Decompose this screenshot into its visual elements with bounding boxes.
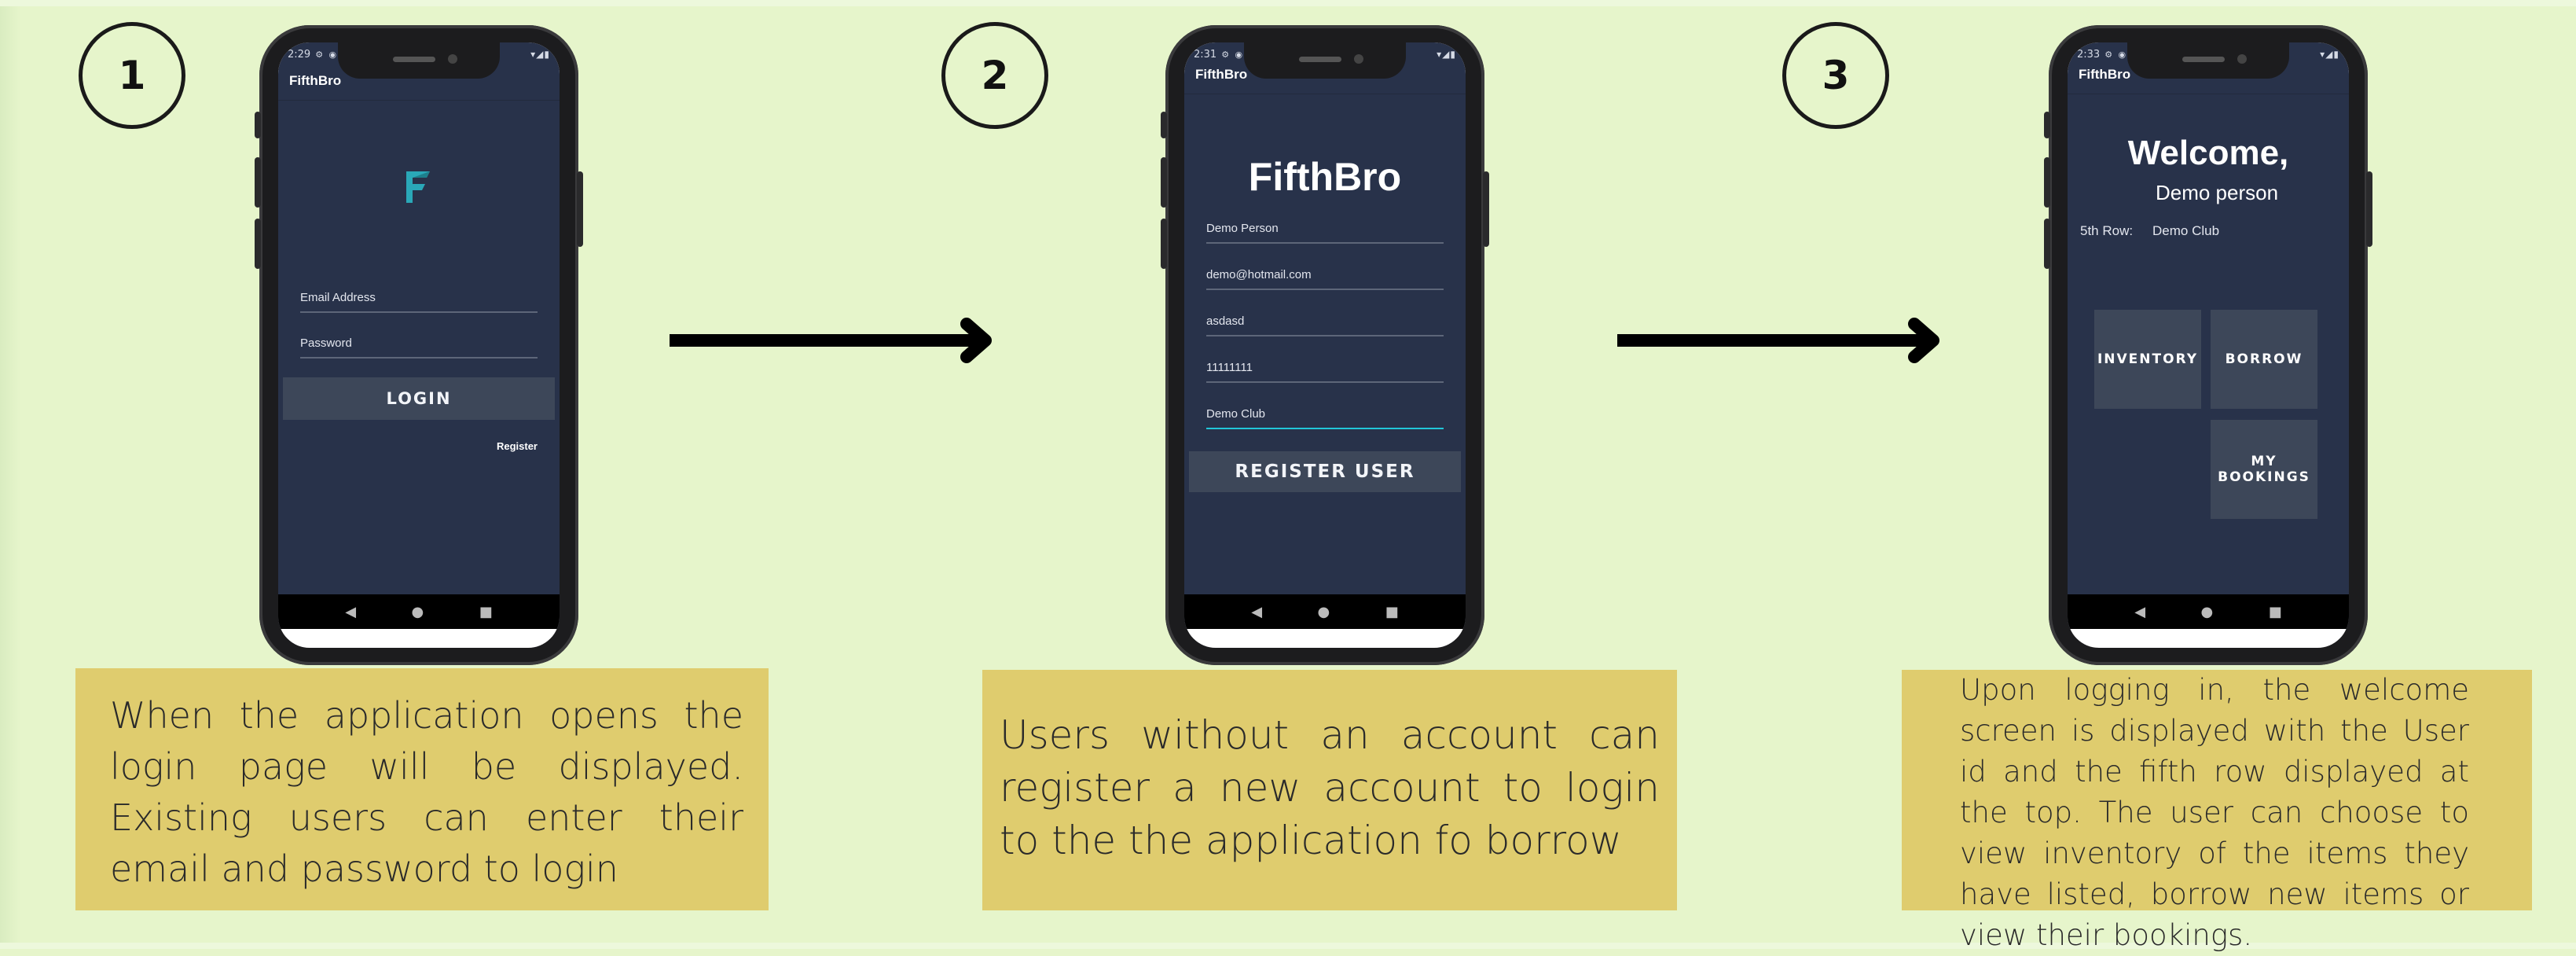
register-link[interactable]: Register bbox=[475, 440, 538, 452]
register-screen: 2:31 ⚙ ◉ ▾◢▮ FifthBro FifthBro Demo Pers… bbox=[1184, 42, 1466, 648]
android-nav-bar: ◀ ● ■ bbox=[2068, 594, 2349, 629]
phone-register: 2:31 ⚙ ◉ ▾◢▮ FifthBro FifthBro Demo Pers… bbox=[1161, 25, 1489, 665]
step-1-caption: When the application opens the login pag… bbox=[75, 668, 769, 910]
fifthbro-logo-icon bbox=[403, 168, 435, 208]
status-time: 2:29 bbox=[288, 48, 311, 61]
email-field[interactable]: demo@hotmail.com bbox=[1206, 263, 1444, 290]
register-heading: FifthBro bbox=[1248, 155, 1402, 199]
signal-battery-icon: ▾◢▮ bbox=[1437, 49, 1456, 60]
fifth-row-label: 5th Row: bbox=[2080, 223, 2134, 238]
status-time: 2:33 bbox=[2077, 48, 2101, 61]
inventory-button[interactable]: INVENTORY bbox=[2094, 310, 2201, 409]
step-3-caption: Upon logging in, the welcome screen is d… bbox=[1902, 670, 2532, 952]
password-field[interactable]: Password bbox=[300, 332, 538, 358]
back-icon[interactable]: ◀ bbox=[1251, 604, 1262, 620]
signal-battery-icon: ▾◢▮ bbox=[2320, 49, 2339, 60]
home-icon[interactable]: ● bbox=[412, 604, 424, 620]
welcome-screen: 2:33 ⚙ ◉ ▾◢▮ FifthBro Welcome, Demo pers… bbox=[2068, 42, 2349, 648]
email-field[interactable]: Email Address bbox=[300, 286, 538, 313]
user-name: Demo person bbox=[2155, 181, 2279, 204]
club-field[interactable]: Demo Club bbox=[1206, 403, 1444, 429]
android-nav-bar: ◀ ● ■ bbox=[278, 594, 560, 629]
recents-icon[interactable]: ■ bbox=[2269, 604, 2282, 620]
phone-field[interactable]: 11111111 bbox=[1206, 356, 1444, 383]
step-2-number: 2 bbox=[981, 53, 1009, 98]
register-user-button[interactable]: REGISTER USER bbox=[1189, 451, 1461, 492]
step-1-caption-text: When the application opens the login pag… bbox=[110, 694, 743, 890]
left-edge-shade bbox=[0, 0, 20, 949]
phone-login: 2:29 ⚙ ◉ ▪ ▾◢▮ FifthBro Email Address Pa… bbox=[255, 25, 583, 665]
step-3-circle: 3 bbox=[1782, 22, 1889, 129]
top-edge-band bbox=[0, 0, 2576, 6]
fifth-row-value: Demo Club bbox=[2152, 223, 2220, 238]
password-field[interactable]: asdasd bbox=[1206, 310, 1444, 336]
home-icon[interactable]: ● bbox=[2201, 604, 2214, 620]
home-icon[interactable]: ● bbox=[1318, 604, 1330, 620]
signal-battery-icon: ▾◢▮ bbox=[530, 49, 550, 60]
step-2-circle: 2 bbox=[941, 22, 1048, 129]
step-3-caption-text: Upon logging in, the welcome screen is d… bbox=[1960, 673, 2469, 952]
recents-icon[interactable]: ■ bbox=[1385, 604, 1399, 620]
welcome-heading: Welcome, bbox=[2127, 134, 2289, 172]
name-field[interactable]: Demo Person bbox=[1206, 217, 1444, 244]
status-time: 2:31 bbox=[1194, 48, 1217, 61]
phone-welcome: 2:33 ⚙ ◉ ▾◢▮ FifthBro Welcome, Demo pers… bbox=[2044, 25, 2372, 665]
step-2-caption: Users without an account can register a … bbox=[982, 670, 1677, 910]
step-3-number: 3 bbox=[1822, 53, 1850, 98]
my-bookings-button[interactable]: MY BOOKINGS bbox=[2211, 420, 2317, 519]
arrow-1-to-2 bbox=[670, 318, 992, 363]
login-screen: 2:29 ⚙ ◉ ▪ ▾◢▮ FifthBro Email Address Pa… bbox=[278, 42, 560, 648]
step-1-number: 1 bbox=[118, 53, 146, 98]
step-1-circle: 1 bbox=[79, 22, 185, 129]
step-2-caption-text: Users without an account can register a … bbox=[1000, 712, 1660, 863]
status-icons: ⚙ ◉ bbox=[2104, 49, 2128, 60]
back-icon[interactable]: ◀ bbox=[2134, 604, 2145, 620]
recents-icon[interactable]: ■ bbox=[479, 604, 493, 620]
back-icon[interactable]: ◀ bbox=[345, 604, 356, 620]
arrow-2-to-3 bbox=[1617, 318, 1939, 363]
android-nav-bar: ◀ ● ■ bbox=[1184, 594, 1466, 629]
borrow-button[interactable]: BORROW bbox=[2211, 310, 2317, 409]
status-icons: ⚙ ◉ bbox=[1221, 49, 1245, 60]
login-button[interactable]: LOGIN bbox=[283, 377, 555, 420]
